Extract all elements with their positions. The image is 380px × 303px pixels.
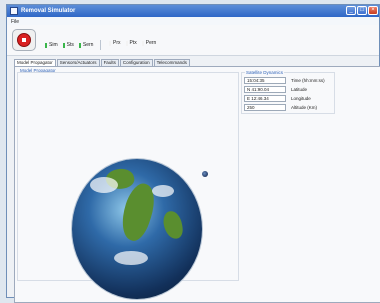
toolbar-item-sts[interactable]: Sts — [62, 42, 74, 48]
stop-square-icon — [22, 38, 26, 42]
longitude-field[interactable]: E 12:46.34 — [244, 95, 286, 102]
landmass-east — [161, 209, 185, 241]
toolbar-item-sim[interactable]: Sim — [45, 42, 58, 48]
toolbar-group-a: Sim Sts Sern — [45, 40, 106, 50]
tab-strip: Model Propagator Sensors/Actuators Fault… — [14, 59, 191, 66]
stop-button[interactable] — [12, 29, 36, 51]
cloud-layer — [152, 185, 174, 197]
toolbar-item-label: Pern — [145, 40, 157, 46]
latitude-field[interactable]: N 41:90.04 — [244, 86, 286, 93]
toolbar-item-ptx[interactable]: Ptx — [125, 40, 137, 46]
minimize-button[interactable]: _ — [346, 6, 356, 15]
tab-model-propagator[interactable]: Model Propagator — [14, 59, 56, 66]
toolbar-separator — [100, 40, 102, 50]
title-bar: Removal Simulator _ □ × — [7, 5, 379, 17]
close-button[interactable]: × — [368, 6, 378, 15]
longitude-label: Longitude — [291, 96, 311, 101]
status-led-icon — [45, 42, 47, 48]
satellite-dynamics-title: Satellite Dynamics — [245, 70, 285, 75]
altitude-field[interactable]: 250 — [244, 104, 286, 111]
latitude-label: Latitude — [291, 87, 308, 92]
model-propagator-panel: Model Propagator Satellite Dynamics 15:0… — [14, 66, 380, 303]
toolbar-item-label: Sts — [66, 42, 74, 48]
tab-configuration[interactable]: Configuration — [119, 59, 153, 66]
toolbar-item-label: Sern — [82, 42, 94, 48]
cloud-layer — [90, 177, 118, 193]
time-label: Time (hh:mm:ss) — [291, 78, 325, 83]
app-icon — [10, 7, 18, 15]
toolbar-item-label: Ptx — [129, 40, 137, 46]
toolbar-item-label: Sim — [49, 42, 58, 48]
window-title: Removal Simulator — [21, 7, 76, 14]
earth-globe — [72, 159, 202, 299]
toolbar-item-pern[interactable]: Pern — [141, 40, 157, 46]
stop-icon — [17, 33, 31, 47]
status-led-icon — [109, 40, 111, 46]
toolbar-group-b: Prx Ptx Pern — [109, 40, 161, 46]
menu-file[interactable]: File — [11, 19, 19, 25]
satellite-marker-icon — [202, 171, 208, 177]
maximize-button[interactable]: □ — [357, 6, 367, 15]
toolbar-item-prx[interactable]: Prx — [109, 40, 121, 46]
altitude-label: Altitude (Km) — [291, 105, 318, 110]
tab-sensors-actuators[interactable]: Sensors/Actuators — [56, 59, 100, 66]
toolbar-item-label: Prx — [113, 40, 121, 46]
status-led-icon — [125, 40, 128, 46]
cloud-layer — [114, 251, 148, 265]
app-window: Removal Simulator _ □ × File Sim Sts Ser… — [6, 4, 380, 303]
status-led-icon — [62, 42, 65, 48]
tab-telecommands[interactable]: Telecommands — [153, 59, 190, 66]
time-field[interactable]: 15:04:35 — [244, 77, 286, 84]
window-controls: _ □ × — [346, 6, 378, 15]
status-led-icon — [141, 40, 144, 46]
tab-faults[interactable]: Faults — [100, 59, 119, 66]
toolbar-item-sern[interactable]: Sern — [78, 42, 94, 48]
status-led-icon — [78, 42, 81, 48]
satellite-dynamics-group: Satellite Dynamics 15:04:35 Time (hh:mm:… — [241, 70, 335, 114]
toolbar: Sim Sts Sern Prx Ptx Pern — [7, 25, 379, 56]
